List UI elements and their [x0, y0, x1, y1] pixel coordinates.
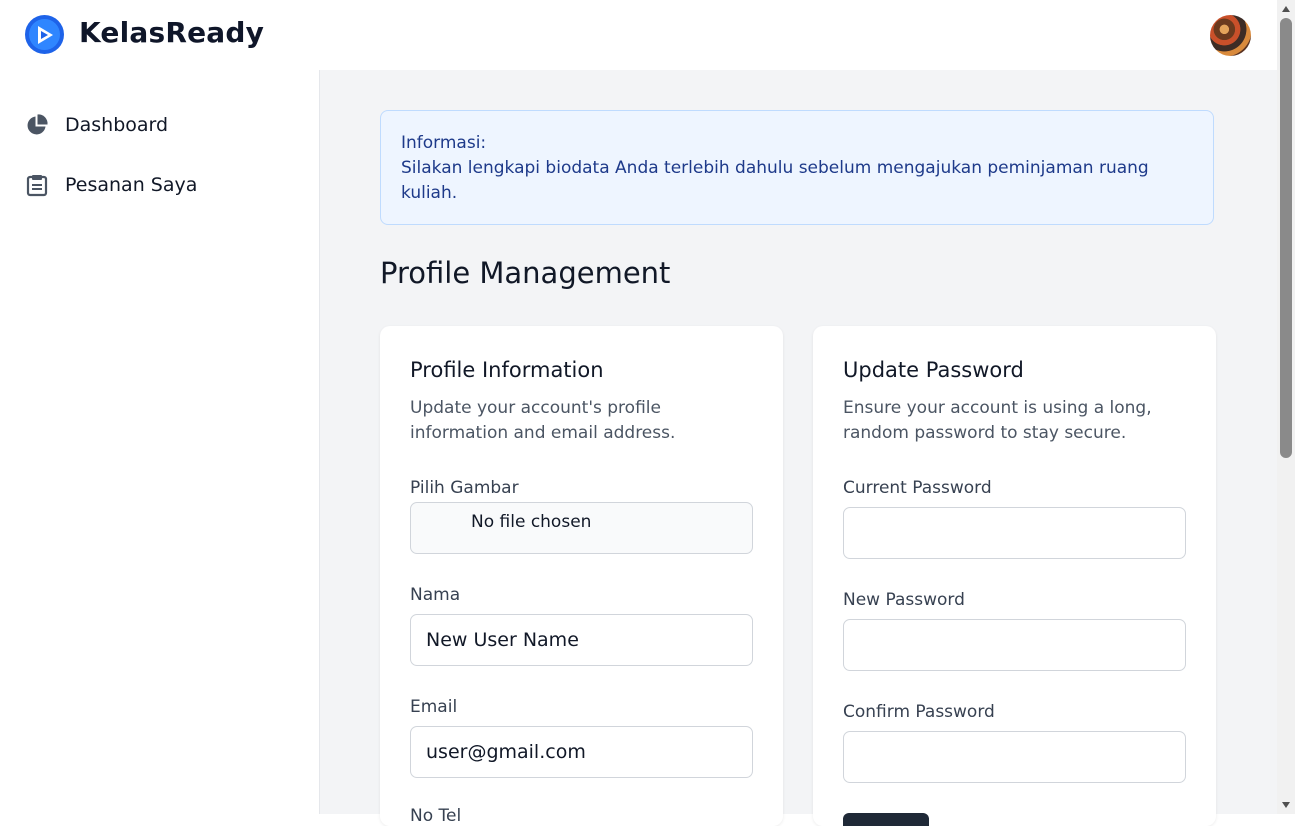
- image-file-input[interactable]: No file chosen: [410, 502, 753, 554]
- name-label: Nama: [410, 585, 461, 605]
- image-label: Pilih Gambar: [410, 478, 519, 498]
- top-navbar: KelasReady: [0, 0, 1277, 70]
- page-scrollbar[interactable]: [1277, 0, 1295, 814]
- user-avatar[interactable]: [1210, 15, 1251, 56]
- current-password-label: Current Password: [843, 478, 992, 498]
- name-field[interactable]: [410, 614, 753, 666]
- save-password-button[interactable]: [843, 813, 929, 826]
- sidebar-item-label: Pesanan Saya: [65, 174, 198, 196]
- file-status-text: No file chosen: [471, 512, 592, 532]
- confirm-password-field[interactable]: [843, 731, 1186, 783]
- new-password-field[interactable]: [843, 619, 1186, 671]
- scrollbar-thumb[interactable]: [1280, 18, 1292, 458]
- info-alert: Informasi: Silakan lengkapi biodata Anda…: [380, 110, 1214, 225]
- scroll-up-arrow-icon[interactable]: [1277, 0, 1295, 18]
- sidebar-item-dashboard[interactable]: Dashboard: [25, 110, 168, 140]
- brand-logo-icon[interactable]: [25, 15, 64, 54]
- clipboard-icon: [25, 173, 49, 197]
- card-title: Profile Information: [410, 358, 604, 382]
- sidebar-item-pesanan-saya[interactable]: Pesanan Saya: [25, 170, 197, 200]
- page-title: Profile Management: [380, 256, 671, 290]
- sidebar: Dashboard Pesanan Saya: [0, 70, 320, 814]
- pie-chart-icon: [25, 113, 49, 137]
- profile-information-card: Profile Information Update your account'…: [380, 326, 783, 826]
- current-password-field[interactable]: [843, 507, 1186, 559]
- brand-name[interactable]: KelasReady: [79, 16, 264, 49]
- alert-title: Informasi:: [401, 133, 487, 153]
- main-content: Informasi: Silakan lengkapi biodata Anda…: [320, 70, 1277, 826]
- card-title: Update Password: [843, 358, 1024, 382]
- confirm-password-label: Confirm Password: [843, 702, 995, 722]
- email-label: Email: [410, 697, 458, 717]
- update-password-card: Update Password Ensure your account is u…: [813, 326, 1216, 826]
- card-description: Ensure your account is using a long, ran…: [843, 398, 1152, 443]
- scroll-down-arrow-icon[interactable]: [1277, 796, 1295, 814]
- alert-message: Silakan lengkapi biodata Anda terlebih d…: [401, 158, 1149, 203]
- phone-label-partial: No Tel: [410, 806, 470, 826]
- sidebar-item-label: Dashboard: [65, 114, 169, 136]
- new-password-label: New Password: [843, 590, 965, 610]
- email-field[interactable]: [410, 726, 753, 778]
- card-description: Update your account's profile informatio…: [410, 398, 676, 443]
- phone-label: No Tel: [410, 806, 462, 826]
